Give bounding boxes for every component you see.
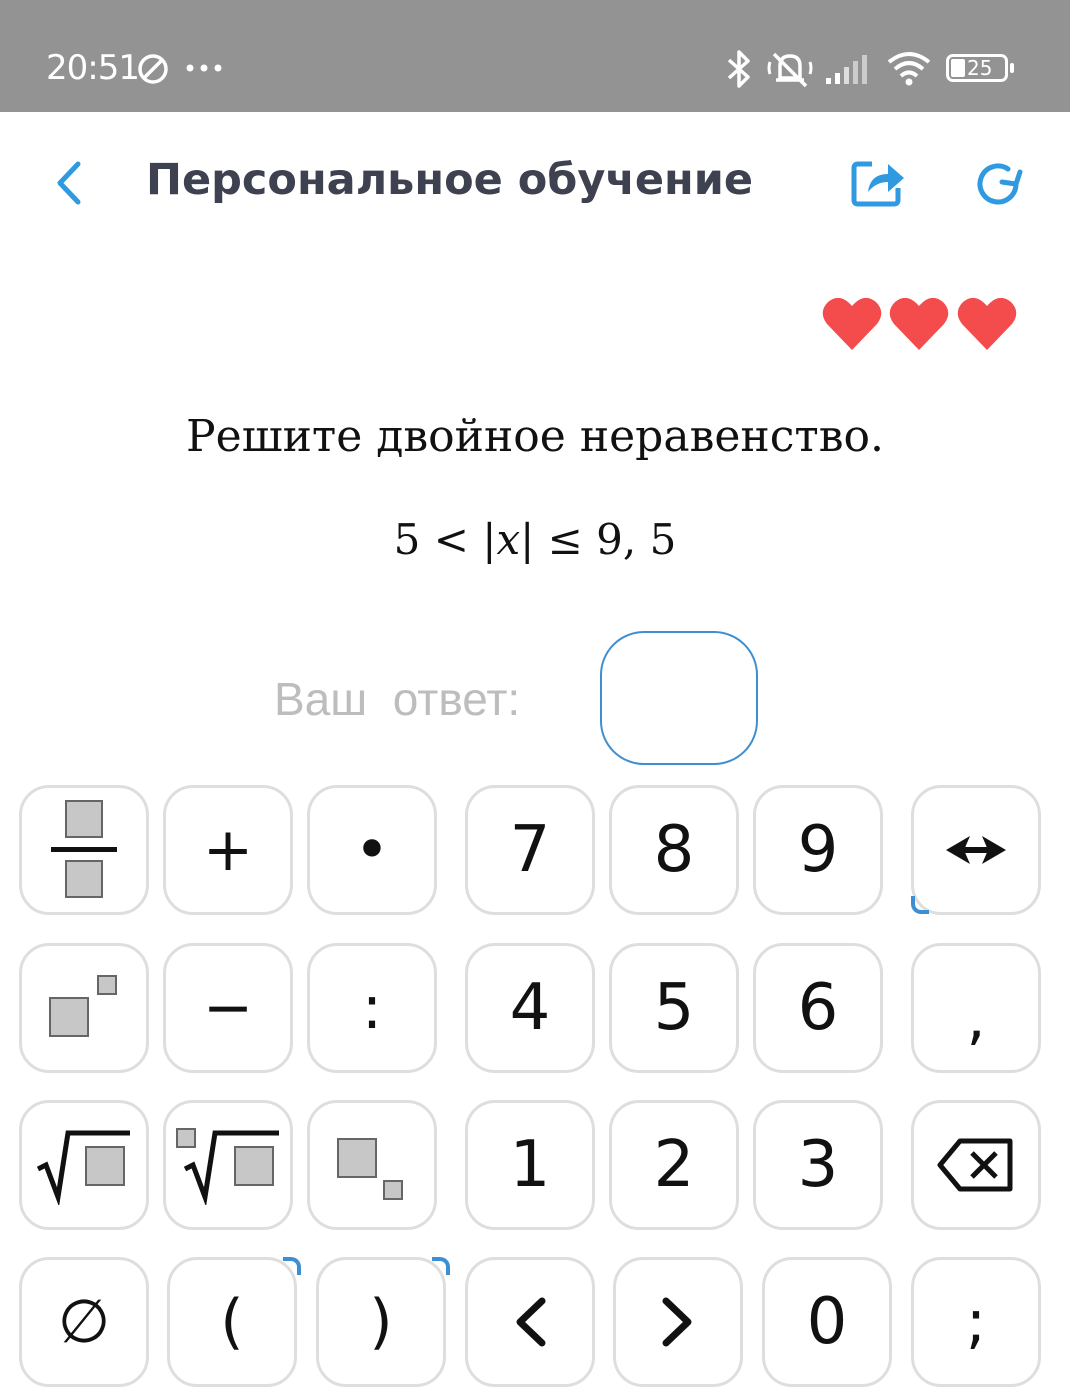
power-icon — [49, 975, 117, 1037]
key-less-than[interactable] — [465, 1257, 595, 1387]
share-icon[interactable] — [850, 156, 906, 208]
do-not-disturb-icon — [138, 54, 168, 84]
key-7[interactable]: 7 — [465, 785, 595, 915]
key-1[interactable]: 1 — [465, 1100, 595, 1230]
refresh-icon[interactable] — [972, 160, 1026, 208]
key-empty-set[interactable]: ∅ — [19, 1257, 149, 1387]
formula-variable: x — [496, 515, 521, 564]
key-6[interactable]: 6 — [753, 943, 883, 1073]
key-power[interactable] — [19, 943, 149, 1073]
page-title: Персональное обучение — [146, 155, 754, 205]
key-backspace[interactable] — [911, 1100, 1041, 1230]
chevron-left-icon — [516, 1297, 546, 1347]
subscript-icon — [337, 1138, 403, 1200]
signal-icon — [826, 55, 867, 84]
formula-right: | ≤ 9, 5 — [520, 515, 677, 564]
key-nth-root[interactable] — [163, 1100, 293, 1230]
key-corner-mark — [283, 1257, 301, 1275]
task-formula: 5 < |x| ≤ 9, 5 — [0, 513, 1070, 567]
wifi-icon — [887, 52, 931, 86]
key-multiply[interactable]: • — [307, 785, 437, 915]
heart-icon — [889, 297, 949, 350]
key-9[interactable]: 9 — [753, 785, 883, 915]
heart-icon — [822, 297, 882, 350]
status-time: 20:51 — [46, 48, 140, 88]
key-comma[interactable]: , — [911, 943, 1041, 1073]
more-dots-icon — [186, 64, 222, 72]
back-button[interactable] — [52, 160, 86, 206]
key-semicolon[interactable]: ; — [911, 1257, 1041, 1387]
key-corner-mark — [911, 896, 929, 914]
key-5[interactable]: 5 — [609, 943, 739, 1073]
key-open-paren[interactable]: ( — [167, 1257, 297, 1387]
key-cursor-move[interactable] — [911, 785, 1041, 915]
answer-input[interactable] — [600, 631, 758, 765]
battery-icon: 25 — [946, 54, 1014, 82]
bluetooth-icon — [727, 50, 750, 88]
answer-label: Ваш ответ: — [274, 673, 521, 725]
status-bar: 20:51 25 — [0, 0, 1070, 112]
battery-level: 25 — [967, 56, 993, 80]
key-8[interactable]: 8 — [609, 785, 739, 915]
key-corner-mark — [432, 1257, 450, 1275]
key-sqrt[interactable] — [19, 1100, 149, 1230]
chevron-right-icon — [662, 1297, 692, 1347]
heart-icon — [957, 297, 1017, 350]
key-0[interactable]: 0 — [762, 1257, 892, 1387]
fraction-icon — [51, 800, 117, 898]
key-4[interactable]: 4 — [465, 943, 595, 1073]
key-close-paren[interactable]: ) — [316, 1257, 446, 1387]
key-fraction[interactable] — [19, 785, 149, 915]
key-minus[interactable]: − — [163, 943, 293, 1073]
lives-indicator — [820, 296, 1020, 352]
key-3[interactable]: 3 — [753, 1100, 883, 1230]
formula-left: 5 < | — [393, 515, 497, 564]
key-divide[interactable]: : — [307, 943, 437, 1073]
backspace-icon — [937, 1138, 1013, 1192]
key-2[interactable]: 2 — [609, 1100, 739, 1230]
sqrt-icon — [36, 1130, 130, 1205]
key-greater-than[interactable] — [613, 1257, 743, 1387]
mute-icon — [767, 52, 813, 88]
key-plus[interactable]: + — [163, 785, 293, 915]
key-subscript[interactable] — [307, 1100, 437, 1230]
left-right-arrows-icon — [946, 836, 1006, 864]
nth-root-icon — [176, 1128, 279, 1205]
task-question: Решите двойное неравенство. — [186, 411, 884, 462]
